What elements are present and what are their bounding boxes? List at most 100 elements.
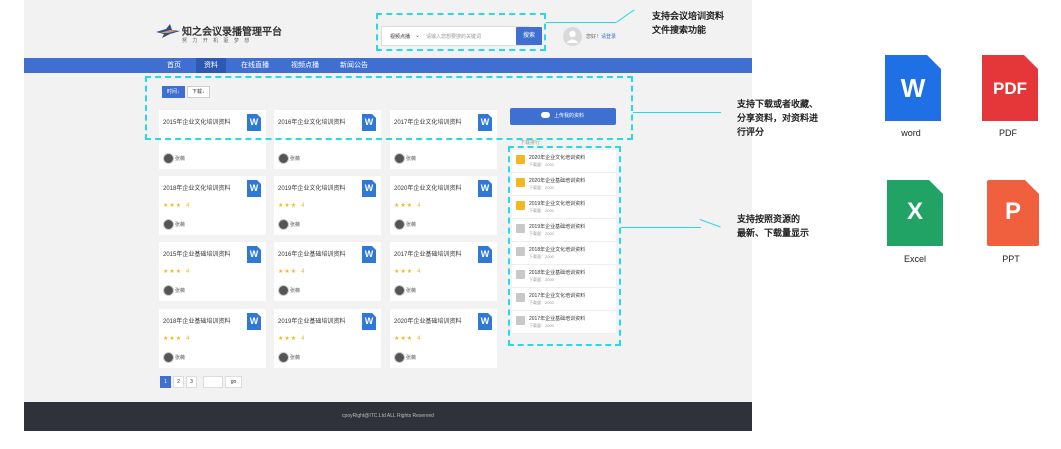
author-avatar bbox=[394, 219, 405, 230]
ranking-highlight bbox=[508, 146, 621, 346]
resource-card[interactable]: 2017年企业基础培训资料 W ★★★ 4 张薇 bbox=[390, 242, 497, 301]
card-title[interactable]: 2020年企业文化培训资料 bbox=[394, 183, 461, 192]
author-name: 张薇 bbox=[175, 222, 186, 228]
app-title: 知之会议录播管理平台 bbox=[182, 27, 282, 38]
download-highlight bbox=[145, 76, 633, 140]
rating[interactable]: ★★★ 4 bbox=[278, 268, 305, 275]
star-icons[interactable]: ★★★ bbox=[394, 203, 413, 209]
card-title[interactable]: 2020年企业基础培训资料 bbox=[394, 316, 461, 325]
author-avatar bbox=[163, 219, 174, 230]
star-icons[interactable]: ★★★ bbox=[278, 269, 297, 275]
rating-value: 4 bbox=[301, 203, 306, 209]
page-3[interactable]: 3 bbox=[186, 376, 197, 388]
card-title[interactable]: 2018年企业文化培训资料 bbox=[163, 183, 230, 192]
pdf-label: PDF bbox=[999, 128, 1017, 138]
card-title[interactable]: 2019年企业基础培训资料 bbox=[278, 316, 345, 325]
star-icons[interactable]: ★★★ bbox=[163, 203, 182, 209]
page-jump-input[interactable] bbox=[203, 376, 223, 388]
star-icons[interactable]: ★★★ bbox=[163, 336, 182, 342]
card-title[interactable]: 2015年企业基础培训资料 bbox=[163, 249, 230, 258]
star-icons[interactable]: ★★★ bbox=[278, 203, 297, 209]
rating[interactable]: ★★★ 4 bbox=[163, 268, 190, 275]
resource-card[interactable]: 2020年企业基础培训资料 W ★★★ 4 张薇 bbox=[390, 309, 497, 368]
search-highlight bbox=[376, 13, 546, 51]
rating-value: 4 bbox=[301, 269, 306, 275]
author-name: 张薇 bbox=[290, 355, 301, 361]
rating[interactable]: ★★★ 4 bbox=[163, 335, 190, 342]
card-title[interactable]: 2018年企业基础培训资料 bbox=[163, 316, 230, 325]
author-avatar bbox=[278, 153, 289, 164]
download-annotation-line: 分享资料，对资料进 bbox=[737, 113, 819, 123]
author-name: 张薇 bbox=[175, 355, 186, 361]
greeting-text: 您好！ bbox=[586, 34, 602, 40]
word-doc-icon: W bbox=[478, 246, 492, 263]
ranking-annotation-line: 支持按照资源的 bbox=[737, 214, 801, 224]
user-avatar[interactable] bbox=[563, 27, 582, 46]
resource-card[interactable]: 2018年企业基础培训资料 W ★★★ 4 张薇 bbox=[159, 309, 266, 368]
author-name: 张薇 bbox=[175, 288, 186, 294]
word-doc-icon: W bbox=[478, 180, 492, 197]
author-avatar bbox=[394, 285, 405, 296]
rating-value: 4 bbox=[417, 269, 422, 275]
nav-vod[interactable]: 视频点播 bbox=[284, 58, 326, 73]
card-title[interactable]: 2016年企业基础培训资料 bbox=[278, 249, 345, 258]
word-file-icon: W bbox=[885, 55, 941, 121]
nav-live[interactable]: 在线直播 bbox=[234, 58, 276, 73]
login-link[interactable]: 请登录 bbox=[601, 34, 616, 40]
app-subtitle: 努 力 开 机 驱 梦 想 bbox=[182, 38, 252, 44]
resource-card[interactable]: 2020年企业文化培训资料 W ★★★ 4 张薇 bbox=[390, 176, 497, 235]
author-avatar bbox=[394, 153, 405, 164]
nav-materials[interactable]: 资料 bbox=[196, 58, 226, 73]
ranking-connector bbox=[621, 227, 701, 228]
card-title[interactable]: 2017年企业基础培训资料 bbox=[394, 249, 461, 258]
download-annotation-line: 支持下载或者收藏、 bbox=[737, 99, 819, 109]
rating-value: 4 bbox=[186, 269, 191, 275]
resource-card[interactable]: 2018年企业文化培训资料 W ★★★ 4 张薇 bbox=[159, 176, 266, 235]
excel-label: Excel bbox=[903, 254, 926, 264]
author-name: 张薇 bbox=[290, 222, 301, 228]
ranking-heading: 下载排行 bbox=[520, 140, 541, 146]
word-doc-icon: W bbox=[478, 313, 492, 330]
word-label: word bbox=[901, 128, 921, 138]
excel-file-icon: X bbox=[887, 180, 943, 246]
rating-value: 4 bbox=[301, 336, 306, 342]
star-icons[interactable]: ★★★ bbox=[394, 336, 413, 342]
author-avatar bbox=[278, 219, 289, 230]
star-icons[interactable]: ★★★ bbox=[394, 269, 413, 275]
rating-value: 4 bbox=[186, 336, 191, 342]
search-annotation-line: 文件搜索功能 bbox=[652, 25, 707, 35]
download-annotation-line: 行评分 bbox=[737, 127, 765, 137]
page-go-button[interactable]: go bbox=[225, 376, 242, 388]
resource-card[interactable]: 2015年企业基础培训资料 W ★★★ 4 张薇 bbox=[159, 242, 266, 301]
rating[interactable]: ★★★ 4 bbox=[394, 202, 421, 209]
rating[interactable]: ★★★ 4 bbox=[278, 335, 305, 342]
resource-card[interactable]: 2016年企业基础培训资料 W ★★★ 4 张薇 bbox=[274, 242, 381, 301]
resource-card[interactable]: 2019年企业基础培训资料 W ★★★ 4 张薇 bbox=[274, 309, 381, 368]
author-name: 张薇 bbox=[406, 156, 417, 162]
star-icons[interactable]: ★★★ bbox=[278, 336, 297, 342]
word-doc-icon: W bbox=[362, 313, 376, 330]
word-doc-icon: W bbox=[247, 180, 261, 197]
word-doc-icon: W bbox=[362, 180, 376, 197]
card-title[interactable]: 2019年企业文化培训资料 bbox=[278, 183, 345, 192]
pdf-file-icon: PDF bbox=[982, 55, 1038, 121]
author-name: 张薇 bbox=[406, 355, 417, 361]
word-doc-icon: W bbox=[362, 246, 376, 263]
rating[interactable]: ★★★ 4 bbox=[394, 268, 421, 275]
search-annotation: 支持会议培训资料 文件搜索功能 bbox=[652, 9, 724, 37]
nav-news[interactable]: 新闻公告 bbox=[334, 58, 374, 73]
rating[interactable]: ★★★ 4 bbox=[163, 202, 190, 209]
page-1[interactable]: 1 bbox=[160, 376, 171, 388]
rating[interactable]: ★★★ 4 bbox=[394, 335, 421, 342]
star-icons[interactable]: ★★★ bbox=[163, 269, 182, 275]
pdf-glyph: PDF bbox=[993, 79, 1027, 98]
author-name: 张薇 bbox=[290, 156, 301, 162]
nav-home[interactable]: 首页 bbox=[159, 58, 189, 73]
ranking-annotation: 支持按照资源的 最新、下载量显示 bbox=[737, 212, 809, 240]
rating-value: 4 bbox=[186, 203, 191, 209]
search-annotation-line: 支持会议培训资料 bbox=[652, 11, 725, 21]
page-2[interactable]: 2 bbox=[173, 376, 184, 388]
resource-card[interactable]: 2019年企业文化培训资料 W ★★★ 4 张薇 bbox=[274, 176, 381, 235]
word-doc-icon: W bbox=[247, 246, 261, 263]
rating[interactable]: ★★★ 4 bbox=[278, 202, 305, 209]
